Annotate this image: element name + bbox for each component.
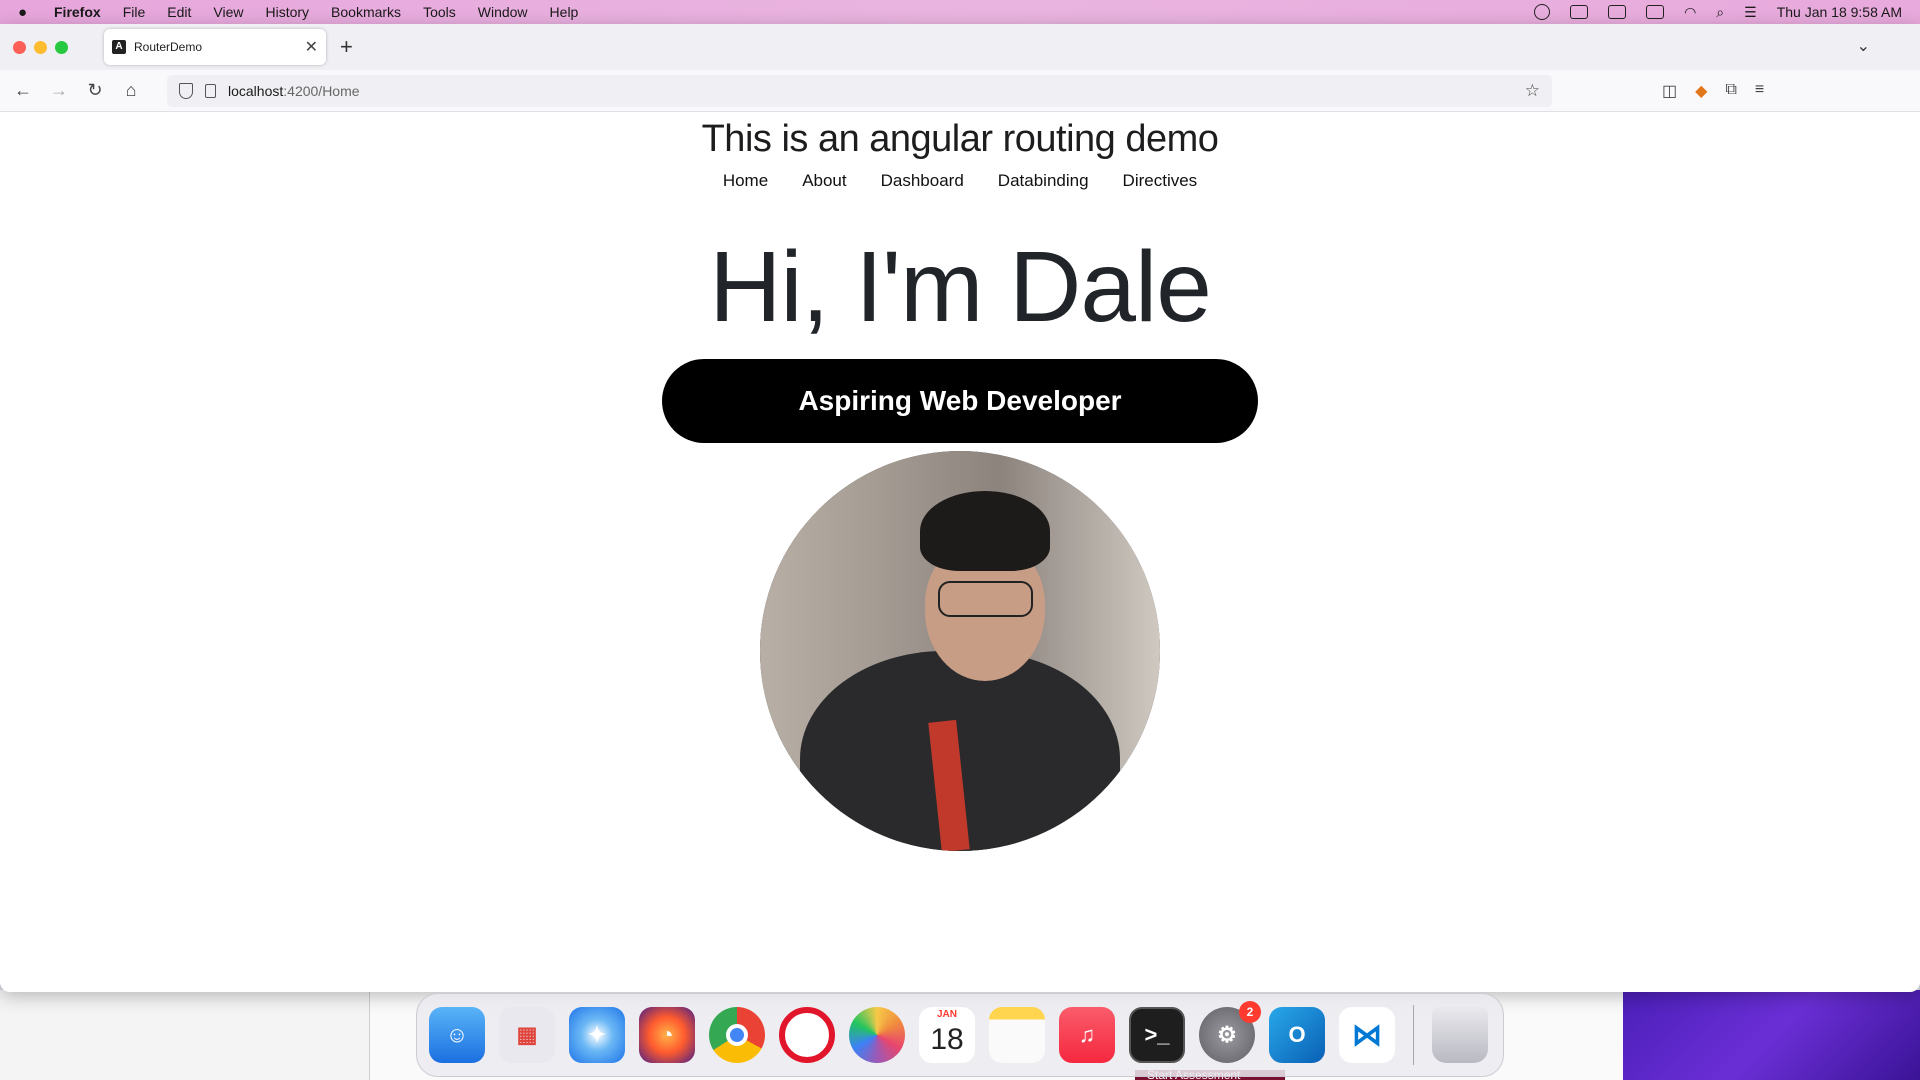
launchpad-icon[interactable]: ▦ [499,1007,555,1063]
close-tab-icon[interactable]: ✕ [305,37,318,57]
page-info-icon[interactable] [205,83,216,98]
menubar-clock[interactable]: Thu Jan 18 9:58 AM [1777,4,1902,20]
chrome-icon[interactable] [709,1007,765,1063]
safari-icon[interactable]: ✦ [569,1007,625,1063]
navigation-toolbar: ← → ↻ ⌂ localhost :4200/Home ☆ ◫ ◆ ⧉ ≡ [0,70,1920,112]
nav-link-dashboard[interactable]: Dashboard [881,171,964,191]
spotlight-search-icon[interactable]: ⌕ [1716,4,1724,21]
nav-link-directives[interactable]: Directives [1123,171,1198,191]
dock-separator [1413,1005,1414,1065]
firefox-window: A RouterDemo ✕ + ⌄ ← → ↻ ⌂ localhost :42… [0,24,1920,992]
wifi-icon[interactable]: ◠ [1684,4,1696,21]
zoom-window-button[interactable] [55,40,68,54]
tracking-protection-icon[interactable] [179,82,193,99]
home-icon[interactable]: ⌂ [113,80,149,101]
calendar-day: 18 [930,1023,964,1056]
page-content: This is an angular routing demo Home Abo… [0,118,1920,992]
terminal-icon[interactable]: >_ [1129,1007,1185,1063]
photos-icon[interactable] [849,1007,905,1063]
url-host: localhost [228,82,284,99]
desktop-wallpaper [1623,990,1920,1080]
menu-file[interactable]: File [123,4,146,20]
trash-icon[interactable] [1432,1007,1488,1063]
creative-cloud-icon[interactable] [1534,4,1551,20]
profile-photo [760,451,1160,851]
angular-icon: A [112,40,126,54]
menu-bookmarks[interactable]: Bookmarks [331,4,401,20]
outlook-status-icon[interactable] [1646,5,1665,19]
menu-help[interactable]: Help [550,4,579,20]
menu-history[interactable]: History [265,4,309,20]
close-window-button[interactable] [13,40,26,54]
macos-dock: ☺ ▦ ✦ ◔ JAN 18 ♫ >_ ⚙ 2 O ⋈ [416,993,1504,1077]
calendar-month: JAN [936,1009,957,1020]
music-icon[interactable]: ♫ [1059,1007,1115,1063]
finder-icon[interactable]: ☺ [429,1007,485,1063]
vscode-icon[interactable]: ⋈ [1339,1007,1395,1063]
page-heading: This is an angular routing demo [701,118,1219,160]
macos-menubar: ● Firefox File Edit View History Bookmar… [0,0,1920,24]
menu-view[interactable]: View [213,4,243,20]
photo-hair [920,491,1050,571]
pocket-icon[interactable]: ◫ [1662,81,1677,101]
address-bar[interactable]: localhost :4200/Home ☆ [167,74,1552,107]
tab-strip: A RouterDemo ✕ + ⌄ [0,24,1920,70]
bookmark-star-icon[interactable]: ☆ [1525,81,1540,101]
control-center-icon[interactable]: ☰ [1744,4,1757,21]
new-tab-icon[interactable]: + [340,34,353,60]
minimize-window-button[interactable] [34,40,47,54]
metamask-icon[interactable]: ◆ [1695,81,1707,101]
photo-glasses [938,581,1033,617]
window-manager-icon[interactable] [1608,5,1627,19]
nav-link-about[interactable]: About [802,171,846,191]
notification-badge: 2 [1239,1001,1261,1023]
system-settings-icon[interactable]: ⚙ 2 [1199,1001,1261,1063]
desktop-background-left [0,990,370,1080]
nav-link-databinding[interactable]: Databinding [998,171,1089,191]
menu-edit[interactable]: Edit [167,4,191,20]
display-icon[interactable] [1570,5,1589,19]
menu-window[interactable]: Window [478,4,528,20]
list-all-tabs-icon[interactable]: ⌄ [1857,36,1870,56]
menu-tools[interactable]: Tools [423,4,456,20]
notes-icon[interactable] [989,1007,1045,1063]
tagline-pill: Aspiring Web Developer [662,359,1258,443]
url-path: :4200/Home [283,82,360,99]
back-icon[interactable]: ← [5,80,41,101]
firefox-icon[interactable]: ◔ [639,1007,695,1063]
nav-link-home[interactable]: Home [723,171,768,191]
apple-menu-icon[interactable]: ● [18,4,38,21]
hero-greeting: Hi, I'm Dale [709,231,1212,343]
tab-title: RouterDemo [134,40,203,54]
route-nav: Home About Dashboard Databinding Directi… [0,171,1920,191]
toolbar-extensions: ◫ ◆ ⧉ ≡ [1662,81,1764,101]
menu-app-firefox[interactable]: Firefox [54,4,101,20]
app-menu-icon[interactable]: ≡ [1755,81,1764,101]
menubar-status-area: ◠ ⌕ ☰ Thu Jan 18 9:58 AM [1534,4,1920,21]
extensions-icon[interactable]: ⧉ [1725,81,1736,101]
forward-icon[interactable]: → [41,80,77,101]
outlook-icon[interactable]: O [1269,1007,1325,1063]
tab-routerdemo[interactable]: A RouterDemo ✕ [104,29,326,65]
reload-icon[interactable]: ↻ [77,80,113,101]
calendar-icon[interactable]: JAN 18 [919,1007,975,1063]
window-controls [13,40,68,54]
opera-icon[interactable] [779,1007,835,1063]
